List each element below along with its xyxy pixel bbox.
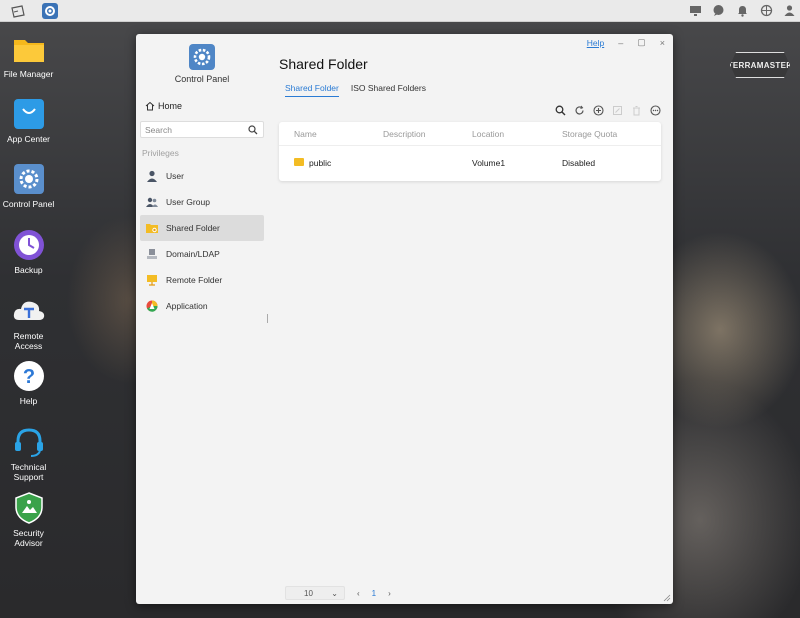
main-content: Shared Folder Shared Folder ISO Shared F… xyxy=(279,34,673,604)
control-panel-gear-icon xyxy=(189,44,215,70)
terramaster-logo: TERRAMASTER xyxy=(730,52,790,78)
table-header: Name Description Location Storage Quota xyxy=(279,122,661,146)
next-page-button[interactable]: › xyxy=(388,589,391,598)
cloud-t-icon xyxy=(12,294,46,328)
desktop-label: File Manager xyxy=(3,69,54,79)
tab-iso-shared-folders[interactable]: ISO Shared Folders xyxy=(351,83,426,97)
shield-icon xyxy=(12,491,46,525)
home-link[interactable]: Home xyxy=(145,101,182,111)
cell-location: Volume1 xyxy=(472,158,506,168)
desktop-technical-support[interactable]: Technical Support xyxy=(0,425,57,482)
page-size-value: 10 xyxy=(304,588,313,598)
page-number[interactable]: 1 xyxy=(372,589,376,598)
add-icon[interactable] xyxy=(593,105,604,116)
monitor-icon[interactable] xyxy=(689,4,702,17)
sidebar-item-user[interactable]: User xyxy=(140,163,264,189)
desktop-label: Help xyxy=(19,396,38,406)
desktop-remote-access[interactable]: Remote Access xyxy=(0,294,57,351)
sidebar-resize-handle[interactable] xyxy=(267,314,268,323)
bell-icon[interactable] xyxy=(736,4,749,17)
more-icon[interactable] xyxy=(650,105,661,116)
folder-icon xyxy=(294,158,304,166)
desktop-label: Technical Support xyxy=(10,462,47,482)
gear-icon xyxy=(12,162,46,196)
search-icon[interactable] xyxy=(248,125,258,135)
svg-text:?: ? xyxy=(22,366,34,388)
user-group-icon xyxy=(146,197,158,207)
column-header-storage-quota[interactable]: Storage Quota xyxy=(562,129,617,139)
delete-icon[interactable] xyxy=(631,105,642,116)
sidebar-item-remote-folder[interactable]: Remote Folder xyxy=(140,267,264,293)
desktop-label: Backup xyxy=(14,265,43,275)
desktop-control-panel[interactable]: Control Panel xyxy=(0,162,57,209)
search-input[interactable] xyxy=(141,122,241,137)
sidebar: Control Panel Home Privileges User User … xyxy=(136,34,268,604)
page-title: Shared Folder xyxy=(279,56,368,72)
control-panel-window: Help – ▢ × Control Panel Home Privileges… xyxy=(136,34,673,604)
sidebar-item-label: User Group xyxy=(166,197,210,207)
user-icon xyxy=(147,170,157,182)
desktop-icon[interactable] xyxy=(10,3,26,19)
toolbar xyxy=(555,105,661,116)
column-header-name[interactable]: Name xyxy=(294,129,317,139)
desktop-help[interactable]: ? Help xyxy=(0,359,57,406)
desktop-file-manager[interactable]: File Manager xyxy=(0,32,57,79)
desktop-backup[interactable]: Backup xyxy=(0,228,57,275)
sidebar-search xyxy=(140,121,264,138)
column-header-description[interactable]: Description xyxy=(383,129,426,139)
tab-bar: Shared Folder ISO Shared Folders xyxy=(285,83,426,97)
column-header-location[interactable]: Location xyxy=(472,129,504,139)
search-icon[interactable] xyxy=(555,105,566,116)
app-title: Control Panel xyxy=(174,74,230,84)
sidebar-item-label: Remote Folder xyxy=(166,275,223,285)
home-label: Home xyxy=(158,101,183,111)
table-row[interactable]: public Volume1 Disabled xyxy=(279,152,661,174)
shopping-bag-icon xyxy=(12,97,46,131)
cell-name: public xyxy=(309,158,332,168)
page-size-select[interactable]: 10 ⌄ xyxy=(285,586,345,600)
sidebar-item-application[interactable]: Application xyxy=(140,293,264,319)
desktop-label: Security Advisor xyxy=(13,528,44,548)
sidebar-item-label: User xyxy=(166,171,184,181)
folder-icon xyxy=(12,32,46,66)
sidebar-item-label: Shared Folder xyxy=(166,223,220,233)
sidebar-item-label: Application xyxy=(166,301,208,311)
sidebar-item-label: Domain/LDAP xyxy=(166,249,220,259)
clock-icon xyxy=(12,228,46,262)
question-icon: ? xyxy=(12,359,46,393)
cell-storage-quota: Disabled xyxy=(562,158,596,168)
sidebar-item-shared-folder[interactable]: Shared Folder xyxy=(140,215,264,241)
shared-folder-icon xyxy=(146,224,158,233)
taskbar xyxy=(0,0,800,22)
refresh-icon[interactable] xyxy=(574,105,585,116)
sidebar-nav: User User Group Shared Folder Domain/LDA… xyxy=(140,163,264,319)
sidebar-item-user-group[interactable]: User Group xyxy=(140,189,264,215)
sidebar-item-domain-ldap[interactable]: Domain/LDAP xyxy=(140,241,264,267)
shared-folder-table: Name Description Location Storage Quota … xyxy=(279,122,661,181)
desktop-label: App Center xyxy=(7,134,50,144)
desktop-label: Control Panel xyxy=(2,199,55,209)
domain-icon xyxy=(147,249,157,259)
edit-icon[interactable] xyxy=(612,105,623,116)
chevron-down-icon: ⌄ xyxy=(331,588,338,598)
control-panel-taskbar-icon[interactable] xyxy=(42,3,58,19)
desktop-security-advisor[interactable]: Security Advisor xyxy=(0,491,57,548)
desktop-app-center[interactable]: App Center xyxy=(0,97,57,144)
remote-folder-icon xyxy=(147,275,157,286)
home-icon xyxy=(145,101,155,111)
user-account-icon[interactable] xyxy=(783,4,796,17)
headset-icon xyxy=(12,425,46,459)
pagination: 10 ⌄ ‹ 1 › xyxy=(285,586,391,600)
privileges-section-label: Privileges xyxy=(142,148,179,158)
application-icon xyxy=(146,300,158,312)
resize-grip-icon[interactable] xyxy=(663,594,671,602)
globe-icon[interactable] xyxy=(760,4,773,17)
tab-shared-folder[interactable]: Shared Folder xyxy=(285,83,339,97)
chat-icon[interactable] xyxy=(712,4,725,17)
prev-page-button[interactable]: ‹ xyxy=(357,589,360,598)
desktop-label: Remote Access xyxy=(13,331,44,351)
